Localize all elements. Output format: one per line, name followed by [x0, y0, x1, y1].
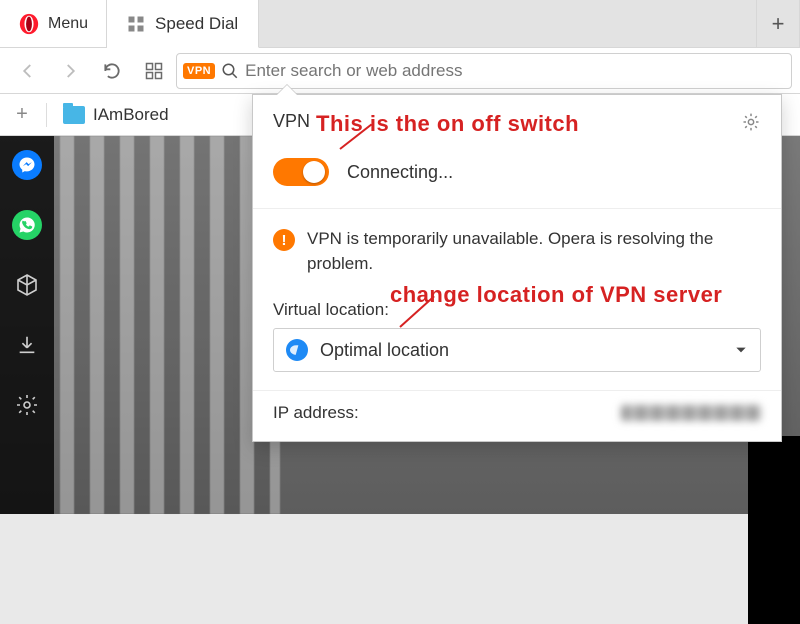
- whatsapp-icon: [18, 216, 36, 234]
- tab-strip-spacer: [259, 0, 756, 48]
- ip-address-value-blurred: [621, 405, 761, 421]
- add-speed-dial-button[interactable]: +: [8, 101, 36, 129]
- chevron-left-icon: [19, 62, 37, 80]
- virtual-location-value: Optimal location: [320, 340, 734, 361]
- vpn-popover: VPN Connecting... ! VPN is temporarily u…: [252, 94, 782, 442]
- download-icon: [16, 334, 38, 356]
- messenger-icon: [18, 156, 36, 174]
- vpn-panel-title: VPN: [273, 111, 310, 132]
- bookmark-folder-label: IAmBored: [93, 105, 169, 125]
- warning-icon: !: [273, 229, 295, 251]
- toolbar: VPN: [0, 48, 800, 94]
- virtual-location-label: Virtual location:: [253, 290, 781, 328]
- sidebar-messenger[interactable]: [12, 150, 42, 180]
- toggle-knob: [303, 161, 325, 183]
- search-icon: [221, 62, 239, 80]
- nav-forward-button: [50, 53, 90, 89]
- gear-icon: [15, 393, 39, 417]
- cube-icon: [15, 273, 39, 297]
- sidebar-settings[interactable]: [12, 390, 42, 420]
- reload-button[interactable]: [92, 53, 132, 89]
- sidebar: [0, 136, 54, 514]
- menu-label: Menu: [48, 15, 88, 33]
- virtual-location-select[interactable]: Optimal location: [273, 328, 761, 372]
- vpn-warning-text: VPN is temporarily unavailable. Opera is…: [307, 227, 761, 276]
- vpn-status-text: Connecting...: [347, 162, 453, 183]
- speed-dial-tile-fragment: [748, 436, 800, 624]
- speed-dial-button[interactable]: [134, 53, 174, 89]
- divider: [46, 103, 47, 127]
- globe-icon: [286, 339, 308, 361]
- bookmark-folder[interactable]: IAmBored: [57, 105, 175, 125]
- vpn-toggle[interactable]: [273, 158, 329, 186]
- address-bar[interactable]: VPN: [176, 53, 792, 89]
- menu-button[interactable]: Menu: [0, 0, 107, 48]
- vpn-badge[interactable]: VPN: [183, 63, 215, 79]
- chevron-right-icon: [61, 62, 79, 80]
- speed-dial-icon: [127, 15, 145, 33]
- sidebar-downloads[interactable]: [12, 330, 42, 360]
- vpn-settings-button[interactable]: [741, 112, 761, 132]
- folder-icon: [63, 106, 85, 124]
- opera-logo-icon: [18, 13, 40, 35]
- tab-title: Speed Dial: [155, 14, 238, 34]
- nav-back-button: [8, 53, 48, 89]
- grid-icon: [145, 62, 163, 80]
- new-tab-button[interactable]: +: [756, 0, 800, 48]
- sidebar-whatsapp[interactable]: [12, 210, 42, 240]
- address-input[interactable]: [245, 61, 785, 81]
- reload-icon: [102, 61, 122, 81]
- tab-speed-dial[interactable]: Speed Dial: [107, 0, 259, 48]
- window-tab-strip: Menu Speed Dial +: [0, 0, 800, 48]
- ip-address-label: IP address:: [273, 403, 359, 423]
- sidebar-cube[interactable]: [12, 270, 42, 300]
- chevron-down-icon: [734, 343, 748, 357]
